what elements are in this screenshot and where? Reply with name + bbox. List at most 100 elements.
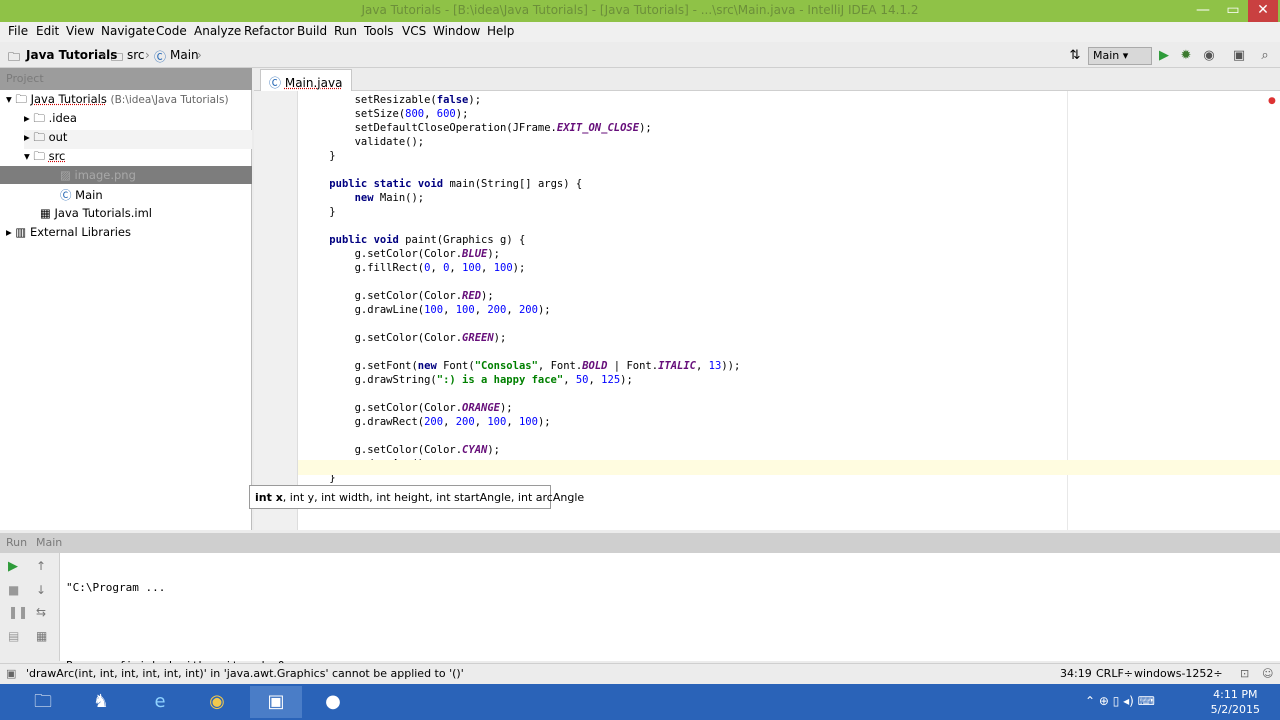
menu-navigate[interactable]: Navigate: [101, 24, 155, 38]
event-log-icon[interactable]: ☺: [1262, 667, 1273, 680]
system-tray-icons[interactable]: ⌃ ⊕ ▯ ◂) ⌨: [1085, 694, 1155, 708]
search-icon[interactable]: ⌕: [1256, 47, 1274, 65]
tree-item-out[interactable]: ▸ 🗀 out: [24, 130, 252, 149]
menu-run[interactable]: Run: [334, 24, 357, 38]
tab-main-java[interactable]: Ⓒ Main.java ✕: [260, 69, 352, 105]
code-line: g.setColor(Color.ORANGE);: [304, 402, 513, 414]
code-line: setDefaultCloseOperation(JFrame.EXIT_ON_…: [304, 122, 652, 134]
internet-explorer-icon[interactable]: e: [143, 686, 177, 718]
code-line: }: [304, 206, 336, 218]
up-arrow-icon[interactable]: ↑: [36, 559, 46, 573]
rerun-icon[interactable]: ▶: [8, 559, 18, 574]
maximize-button[interactable]: ▭: [1218, 0, 1248, 22]
menu-code[interactable]: Code: [156, 24, 187, 38]
down-arrow-icon[interactable]: ↓: [36, 583, 46, 597]
menu-file[interactable]: File: [8, 24, 28, 38]
minimize-button[interactable]: —: [1188, 0, 1218, 22]
pause-icon[interactable]: ❚❚: [8, 605, 28, 619]
status-message: 'drawArc(int, int, int, int, int, int)' …: [26, 667, 464, 680]
menu-help[interactable]: Help: [487, 24, 514, 38]
intellij-icon[interactable]: ▣: [250, 686, 302, 718]
code-line: public static void main(String[] args) {: [329, 178, 583, 190]
class-icon: Ⓒ: [60, 188, 72, 202]
tree-root[interactable]: ▾ 🗀 Java Tutorials (B:\idea\Java Tutoria…: [6, 92, 229, 111]
coverage-icon[interactable]: ◉: [1200, 47, 1218, 65]
run-icon[interactable]: ▶: [1155, 47, 1173, 65]
menu-build[interactable]: Build: [297, 24, 327, 38]
obs-icon[interactable]: ●: [316, 686, 350, 718]
run-config-label: Main: [1093, 49, 1120, 62]
tree-item-libraries[interactable]: ▸ ▥ External Libraries: [6, 225, 131, 239]
dump-icon[interactable]: ▤: [8, 629, 19, 643]
menu-analyze[interactable]: Analyze: [194, 24, 241, 38]
folder-icon: 🗀: [8, 50, 21, 64]
project-header-label[interactable]: Project: [6, 72, 44, 85]
file-encoding[interactable]: windows-1252÷: [1134, 667, 1223, 680]
code-line: public void paint(Graphics g) {: [329, 234, 526, 246]
run-config-select[interactable]: Main ▾: [1088, 47, 1152, 65]
menu-bar: File Edit View Navigate Code Analyze Ref…: [0, 22, 1280, 42]
breadcrumb-main[interactable]: Main: [170, 48, 199, 62]
status-toggle-icon[interactable]: ▣: [6, 667, 16, 680]
code-line: g.setColor(Color.BLUE);: [304, 248, 500, 260]
tree-item-main[interactable]: Ⓒ Main: [60, 187, 103, 203]
project-panel: Project ▾ 🗀 Java Tutorials (B:\idea\Java…: [0, 68, 252, 530]
close-button[interactable]: ✕: [1248, 0, 1278, 22]
tree-item-image[interactable]: ▨ image.png: [0, 166, 252, 184]
sort-icon[interactable]: ⇅: [1066, 47, 1084, 65]
console-line: "C:\Program ...: [66, 581, 166, 594]
tree-item-iml[interactable]: ▦ Java Tutorials.iml: [40, 206, 152, 220]
code-line: g.setColor(Color.GREEN);: [304, 332, 507, 344]
tree-item-idea[interactable]: ▸ 🗀 .idea: [24, 111, 77, 130]
code-line: g.drawString(":) is a happy face", 50, 1…: [304, 374, 633, 386]
tree-item-label: .idea: [48, 111, 77, 125]
run-panel-header: Run Main: [0, 533, 1280, 553]
tree-root-label: Java Tutorials: [30, 92, 107, 106]
code-area[interactable]: setResizable(false); setSize(800, 600); …: [304, 93, 740, 485]
class-icon: Ⓒ: [269, 76, 282, 90]
tree-root-path: (B:\idea\Java Tutorials): [110, 94, 229, 106]
menu-window[interactable]: Window: [433, 24, 480, 38]
editor-tabs: Ⓒ Main.java ✕: [254, 68, 1280, 105]
tree-item-label: out: [48, 130, 68, 144]
code-line: setSize(800, 600);: [304, 108, 469, 120]
print-icon[interactable]: ▦: [36, 629, 47, 643]
code-line: }: [304, 150, 336, 162]
title-bar: Java Tutorials - [B:\idea\Java Tutorials…: [0, 0, 1280, 22]
clock[interactable]: 4:11 PM 5/2/2015: [1211, 687, 1260, 717]
tab-label: Main.java: [284, 76, 343, 90]
run-config-tab[interactable]: Main: [36, 536, 62, 549]
chrome-icon[interactable]: ◉: [200, 686, 234, 718]
line-separator[interactable]: CRLF÷: [1096, 667, 1133, 680]
lock-icon[interactable]: ⊡: [1240, 667, 1249, 680]
debug-icon[interactable]: ✹: [1177, 47, 1195, 65]
file-explorer-icon[interactable]: 🗀: [26, 686, 60, 718]
parameter-info-tooltip: int x, int y, int width, int height, int…: [249, 485, 584, 509]
menu-tools[interactable]: Tools: [364, 24, 394, 38]
tree-item-label: src: [48, 149, 66, 163]
code-line: g.fillRect(0, 0, 100, 100);: [304, 262, 526, 274]
breadcrumb-src[interactable]: src: [127, 48, 145, 62]
stop-icon[interactable]: ■: [8, 583, 19, 597]
wrap-icon[interactable]: ⇆: [36, 605, 46, 619]
menu-refactor[interactable]: Refactor: [244, 24, 294, 38]
code-line: g.setColor(Color.RED);: [304, 290, 494, 302]
menu-view[interactable]: View: [66, 24, 94, 38]
caret-position[interactable]: 34:19: [1060, 667, 1092, 680]
settings-icon[interactable]: ▣: [1230, 47, 1248, 65]
run-panel: ▶ ↑ ■ ↓ ❚❚ ⇆ ▤ ▦ "C:\Program ... Process…: [0, 553, 1280, 672]
run-header-label[interactable]: Run: [6, 536, 27, 549]
status-bar: ▣ 'drawArc(int, int, int, int, int, int)…: [0, 663, 1280, 683]
chevron-right-icon: ›: [197, 48, 202, 62]
menu-edit[interactable]: Edit: [36, 24, 59, 38]
menu-vcs[interactable]: VCS: [402, 24, 426, 38]
app-icon[interactable]: ♞: [84, 686, 118, 718]
error-stripe-marker[interactable]: ●: [1268, 96, 1276, 106]
editor-gutter[interactable]: [254, 91, 298, 530]
